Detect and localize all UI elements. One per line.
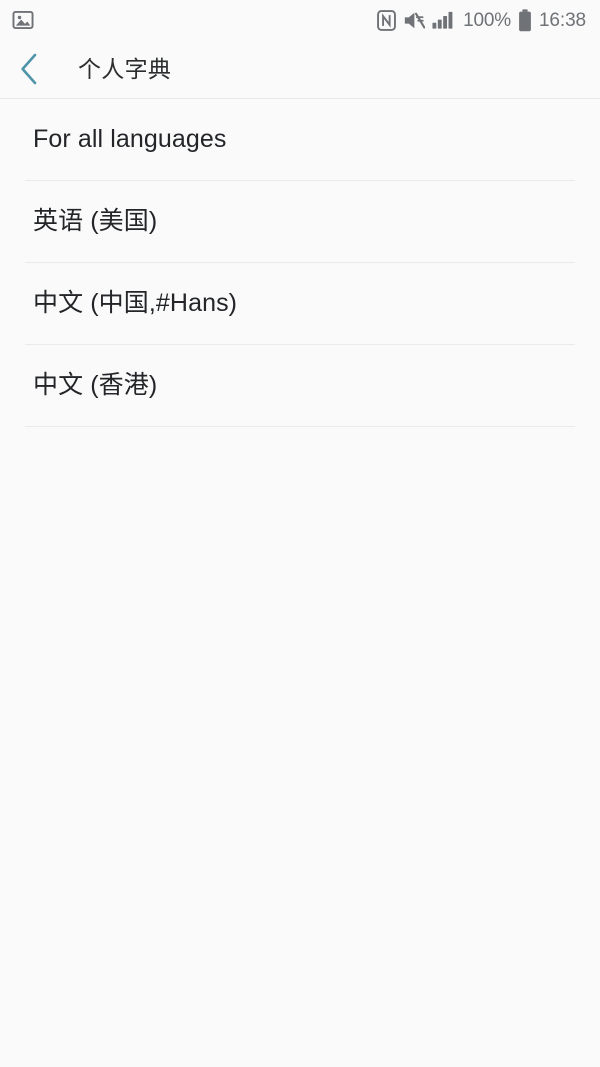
screenshot-image-icon bbox=[12, 9, 34, 31]
status-bar-clock: 16:38 bbox=[538, 9, 586, 31]
list-item-label: For all languages bbox=[33, 124, 227, 153]
battery-percent-label: 100% bbox=[463, 9, 511, 31]
chevron-left-icon bbox=[18, 52, 40, 86]
list-item-all-languages[interactable]: For all languages bbox=[0, 99, 600, 180]
signal-strength-icon bbox=[432, 10, 456, 30]
list-item-label: 中文 (香港) bbox=[33, 370, 158, 399]
phone-screen: 100% 16:38 个人字典 For all languages 英语 (美国… bbox=[0, 0, 600, 1067]
app-bar: 个人字典 bbox=[0, 40, 600, 98]
sound-mute-icon bbox=[403, 10, 426, 31]
list-item-chinese-hk[interactable]: 中文 (香港) bbox=[0, 345, 600, 426]
list-item-chinese-cn-hans[interactable]: 中文 (中国,#Hans) bbox=[0, 263, 600, 344]
empty-content-area bbox=[0, 427, 600, 1067]
page-title: 个人字典 bbox=[78, 55, 172, 82]
status-bar-right-icons: 100% 16:38 bbox=[377, 8, 586, 32]
battery-icon bbox=[518, 8, 532, 32]
list-item-label: 英语 (美国) bbox=[33, 206, 158, 235]
status-bar-left-icons bbox=[12, 9, 34, 31]
back-button[interactable] bbox=[0, 40, 58, 98]
nfc-icon bbox=[377, 9, 397, 31]
status-bar: 100% 16:38 bbox=[0, 0, 600, 40]
list-item-label: 中文 (中国,#Hans) bbox=[33, 288, 238, 317]
dictionary-language-list: For all languages 英语 (美国) 中文 (中国,#Hans) … bbox=[0, 99, 600, 427]
list-item-english-us[interactable]: 英语 (美国) bbox=[0, 181, 600, 262]
